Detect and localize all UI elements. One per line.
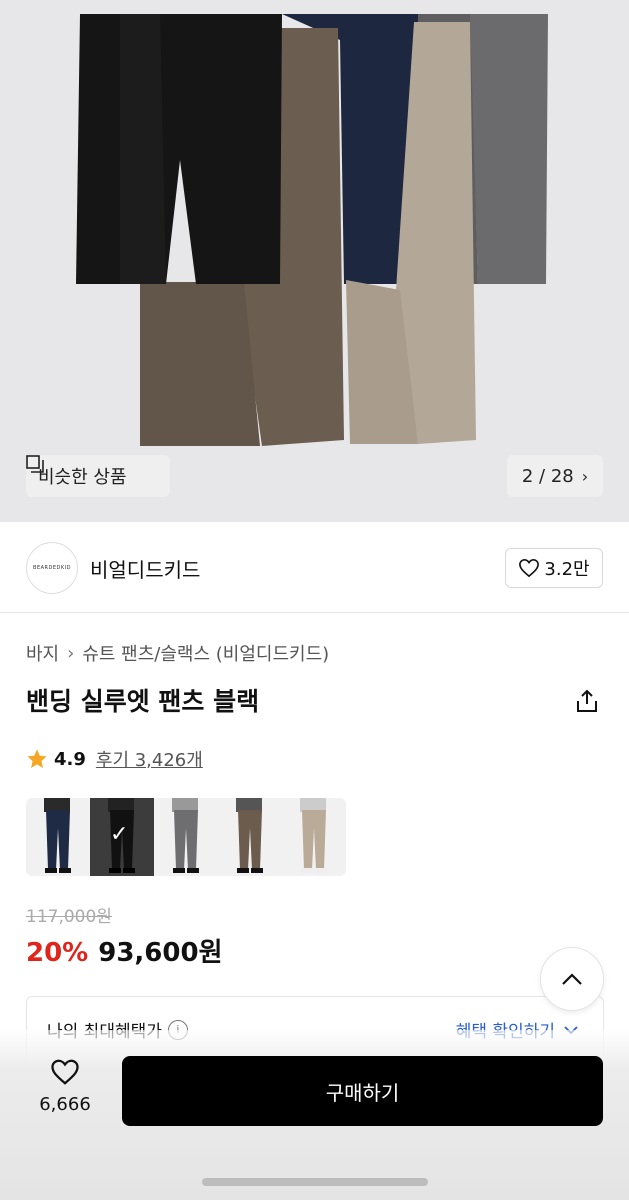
original-price: 117,000원 — [26, 907, 112, 927]
color-options: ✓ — [26, 798, 346, 876]
chevron-right-icon: › — [67, 642, 75, 664]
color-option-image — [300, 798, 327, 873]
color-option-beige[interactable] — [282, 798, 346, 876]
rating-score: 4.9 — [54, 748, 86, 770]
product-image-gallery[interactable]: 비슷한 상품 2 / 28 › — [0, 0, 629, 522]
price-row: 20% 93,600원 — [26, 932, 223, 969]
product-title: 밴딩 실루엣 팬츠 블랙 — [26, 687, 260, 716]
image-counter-text: 2 / 28 — [521, 465, 574, 487]
share-icon[interactable] — [574, 688, 600, 714]
color-option-image — [44, 798, 71, 873]
brand-like-count: 3.2만 — [544, 559, 590, 580]
review-link[interactable]: 후기 3,426개 — [96, 746, 203, 772]
brand-row: BEARDEDKID 비얼디드키드 3.2만 — [0, 522, 629, 613]
star-icon — [27, 749, 47, 768]
scroll-top-button[interactable] — [540, 947, 604, 1011]
rating: 4.9 후기 3,426개 — [26, 746, 203, 772]
breadcrumb-subcategory[interactable]: 슈트 팬츠/슬랙스 (비얼디드키드) — [82, 640, 329, 666]
heart-icon — [519, 558, 540, 578]
heart-icon — [51, 1059, 79, 1085]
similar-items-icon — [26, 455, 44, 473]
brand-like-button[interactable]: 3.2만 — [505, 548, 603, 588]
color-option-navy[interactable] — [26, 798, 90, 876]
home-indicator — [202, 1178, 428, 1186]
similar-items-button[interactable]: 비슷한 상품 — [26, 455, 170, 497]
buy-button[interactable]: 구매하기 — [122, 1056, 603, 1126]
similar-items-label: 비슷한 상품 — [38, 467, 127, 488]
color-option-brown[interactable] — [218, 798, 282, 876]
brand-logo[interactable]: BEARDEDKID — [26, 542, 78, 594]
selected-check-icon: ✓ — [110, 822, 129, 847]
color-option-image — [236, 798, 263, 873]
image-counter[interactable]: 2 / 28 › — [507, 455, 603, 497]
chevron-right-icon: › — [581, 466, 589, 486]
breadcrumb: 바지 › 슈트 팬츠/슬랙스 (비얼디드키드) — [26, 640, 329, 666]
color-option-gray[interactable] — [154, 798, 218, 876]
color-option-black[interactable]: ✓ — [90, 798, 154, 876]
breadcrumb-category[interactable]: 바지 — [26, 640, 59, 666]
color-option-image — [172, 798, 199, 873]
discount-rate: 20% — [26, 938, 89, 968]
wishlist-button[interactable]: 6,666 — [30, 1058, 100, 1115]
brand-logo-text: BEARDEDKID — [33, 565, 71, 571]
wish-count: 6,666 — [39, 1094, 91, 1115]
product-image — [0, 0, 629, 522]
sale-price: 93,600원 — [98, 938, 223, 968]
brand-name[interactable]: 비얼디드키드 — [90, 554, 200, 583]
chevron-up-icon — [562, 973, 582, 985]
